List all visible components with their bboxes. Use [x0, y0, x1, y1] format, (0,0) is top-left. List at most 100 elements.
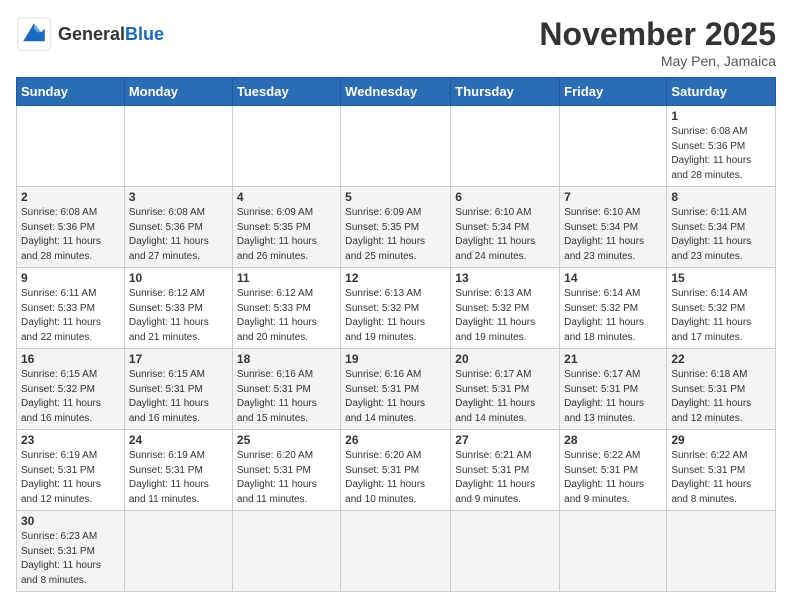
cell-info-text: Sunrise: 6:16 AM Sunset: 5:31 PM Dayligh…: [237, 368, 336, 426]
calendar-cell: 1Sunrise: 6:08 AM Sunset: 5:36 PM Daylig…: [667, 106, 776, 187]
calendar-cell: 20 Sunrise: 6:17 AM Sunset: 5:31 PM Dayli…: [451, 349, 560, 430]
weekday-header-row: SundayMondayTuesdayWednesdayThursdayFrid…: [17, 78, 776, 106]
calendar-cell: 24 Sunrise: 6:19 AM Sunset: 5:31 PM Dayli…: [124, 430, 232, 511]
cell-info-text: Sunrise: 6:10 AM Sunset: 5:34 PM Dayligh…: [564, 206, 662, 264]
logo-text: GeneralBlue: [58, 24, 164, 45]
cell-date-number: 11: [237, 271, 336, 285]
weekday-header-saturday: Saturday: [667, 78, 776, 106]
cell-info-text: Sunrise: 6:09 AM Sunset: 5:35 PM Dayligh…: [345, 206, 446, 264]
calendar-cell: 25 Sunrise: 6:20 AM Sunset: 5:31 PM Dayli…: [232, 430, 340, 511]
calendar-cell: 16 Sunrise: 6:15 AM Sunset: 5:32 PM Dayli…: [17, 349, 125, 430]
cell-date-number: 18: [237, 352, 336, 366]
calendar-cell: 12 Sunrise: 6:13 AM Sunset: 5:32 PM Dayli…: [341, 268, 451, 349]
cell-date-number: 15: [671, 271, 771, 285]
location: May Pen, Jamaica: [539, 53, 776, 69]
calendar-cell: 4 Sunrise: 6:09 AM Sunset: 5:35 PM Daylig…: [232, 187, 340, 268]
cell-info-text: Sunrise: 6:21 AM Sunset: 5:31 PM Dayligh…: [455, 449, 555, 507]
cell-date-number: 10: [129, 271, 228, 285]
cell-info-text: Sunrise: 6:16 AM Sunset: 5:31 PM Dayligh…: [345, 368, 446, 426]
cell-date-number: 27: [455, 433, 555, 447]
title-block: November 2025 May Pen, Jamaica: [539, 16, 776, 69]
calendar-cell: [451, 106, 560, 187]
cell-date-number: 28: [564, 433, 662, 447]
cell-date-number: 16: [21, 352, 120, 366]
cell-info-text: Sunrise: 6:12 AM Sunset: 5:33 PM Dayligh…: [129, 287, 228, 345]
calendar-cell: 30 Sunrise: 6:23 AM Sunset: 5:31 PM Dayli…: [17, 511, 125, 592]
cell-info-text: Sunrise: 6:22 AM Sunset: 5:31 PM Dayligh…: [671, 449, 771, 507]
cell-date-number: 24: [129, 433, 228, 447]
calendar-cell: [124, 511, 232, 592]
weekday-header-thursday: Thursday: [451, 78, 560, 106]
calendar-cell: 29Sunrise: 6:22 AM Sunset: 5:31 PM Dayli…: [667, 430, 776, 511]
calendar-cell: [232, 511, 340, 592]
calendar-week-row: 2Sunrise: 6:08 AM Sunset: 5:36 PM Daylig…: [17, 187, 776, 268]
cell-info-text: Sunrise: 6:17 AM Sunset: 5:31 PM Dayligh…: [455, 368, 555, 426]
weekday-header-monday: Monday: [124, 78, 232, 106]
calendar-cell: 6Sunrise: 6:10 AM Sunset: 5:34 PM Daylig…: [451, 187, 560, 268]
calendar-cell: 3Sunrise: 6:08 AM Sunset: 5:36 PM Daylig…: [124, 187, 232, 268]
cell-info-text: Sunrise: 6:20 AM Sunset: 5:31 PM Dayligh…: [237, 449, 336, 507]
calendar-cell: [341, 106, 451, 187]
cell-info-text: Sunrise: 6:13 AM Sunset: 5:32 PM Dayligh…: [455, 287, 555, 345]
calendar-cell: 27 Sunrise: 6:21 AM Sunset: 5:31 PM Dayli…: [451, 430, 560, 511]
cell-date-number: 12: [345, 271, 446, 285]
calendar-cell: 7 Sunrise: 6:10 AM Sunset: 5:34 PM Daylig…: [560, 187, 667, 268]
calendar-table: SundayMondayTuesdayWednesdayThursdayFrid…: [16, 77, 776, 592]
cell-info-text: Sunrise: 6:11 AM Sunset: 5:33 PM Dayligh…: [21, 287, 120, 345]
cell-info-text: Sunrise: 6:19 AM Sunset: 5:31 PM Dayligh…: [21, 449, 120, 507]
calendar-cell: [560, 106, 667, 187]
cell-info-text: Sunrise: 6:08 AM Sunset: 5:36 PM Dayligh…: [129, 206, 228, 264]
cell-info-text: Sunrise: 6:18 AM Sunset: 5:31 PM Dayligh…: [671, 368, 771, 426]
calendar-cell: [124, 106, 232, 187]
cell-info-text: Sunrise: 6:22 AM Sunset: 5:31 PM Dayligh…: [564, 449, 662, 507]
weekday-header-wednesday: Wednesday: [341, 78, 451, 106]
calendar-cell: 28 Sunrise: 6:22 AM Sunset: 5:31 PM Dayli…: [560, 430, 667, 511]
calendar-cell: [17, 106, 125, 187]
cell-info-text: Sunrise: 6:23 AM Sunset: 5:31 PM Dayligh…: [21, 530, 120, 588]
cell-info-text: Sunrise: 6:14 AM Sunset: 5:32 PM Dayligh…: [564, 287, 662, 345]
calendar-cell: 26 Sunrise: 6:20 AM Sunset: 5:31 PM Dayli…: [341, 430, 451, 511]
cell-date-number: 4: [237, 190, 336, 204]
calendar-cell: 10 Sunrise: 6:12 AM Sunset: 5:33 PM Dayli…: [124, 268, 232, 349]
cell-info-text: Sunrise: 6:09 AM Sunset: 5:35 PM Dayligh…: [237, 206, 336, 264]
calendar-cell: 9Sunrise: 6:11 AM Sunset: 5:33 PM Daylig…: [17, 268, 125, 349]
calendar-cell: 22Sunrise: 6:18 AM Sunset: 5:31 PM Dayli…: [667, 349, 776, 430]
cell-info-text: Sunrise: 6:13 AM Sunset: 5:32 PM Dayligh…: [345, 287, 446, 345]
cell-date-number: 20: [455, 352, 555, 366]
cell-info-text: Sunrise: 6:10 AM Sunset: 5:34 PM Dayligh…: [455, 206, 555, 264]
calendar-cell: 14 Sunrise: 6:14 AM Sunset: 5:32 PM Dayli…: [560, 268, 667, 349]
weekday-header-sunday: Sunday: [17, 78, 125, 106]
month-title: November 2025: [539, 16, 776, 53]
calendar-cell: [560, 511, 667, 592]
calendar-cell: 19 Sunrise: 6:16 AM Sunset: 5:31 PM Dayli…: [341, 349, 451, 430]
cell-info-text: Sunrise: 6:17 AM Sunset: 5:31 PM Dayligh…: [564, 368, 662, 426]
calendar-week-row: 16 Sunrise: 6:15 AM Sunset: 5:32 PM Dayli…: [17, 349, 776, 430]
cell-date-number: 7: [564, 190, 662, 204]
cell-date-number: 25: [237, 433, 336, 447]
cell-info-text: Sunrise: 6:15 AM Sunset: 5:32 PM Dayligh…: [21, 368, 120, 426]
cell-date-number: 5: [345, 190, 446, 204]
cell-date-number: 8: [671, 190, 771, 204]
calendar-cell: [232, 106, 340, 187]
weekday-header-friday: Friday: [560, 78, 667, 106]
cell-date-number: 21: [564, 352, 662, 366]
calendar-cell: 11Sunrise: 6:12 AM Sunset: 5:33 PM Dayli…: [232, 268, 340, 349]
calendar-cell: 13 Sunrise: 6:13 AM Sunset: 5:32 PM Dayli…: [451, 268, 560, 349]
cell-info-text: Sunrise: 6:11 AM Sunset: 5:34 PM Dayligh…: [671, 206, 771, 264]
cell-info-text: Sunrise: 6:19 AM Sunset: 5:31 PM Dayligh…: [129, 449, 228, 507]
calendar-cell: 18 Sunrise: 6:16 AM Sunset: 5:31 PM Dayli…: [232, 349, 340, 430]
cell-date-number: 14: [564, 271, 662, 285]
cell-info-text: Sunrise: 6:15 AM Sunset: 5:31 PM Dayligh…: [129, 368, 228, 426]
cell-date-number: 13: [455, 271, 555, 285]
cell-date-number: 23: [21, 433, 120, 447]
cell-date-number: 30: [21, 514, 120, 528]
calendar-cell: 23 Sunrise: 6:19 AM Sunset: 5:31 PM Dayli…: [17, 430, 125, 511]
cell-info-text: Sunrise: 6:20 AM Sunset: 5:31 PM Dayligh…: [345, 449, 446, 507]
cell-date-number: 26: [345, 433, 446, 447]
logo-icon: [16, 16, 52, 52]
calendar-cell: [451, 511, 560, 592]
cell-info-text: Sunrise: 6:08 AM Sunset: 5:36 PM Dayligh…: [21, 206, 120, 264]
logo: GeneralBlue: [16, 16, 164, 52]
page-header: GeneralBlue November 2025 May Pen, Jamai…: [16, 16, 776, 69]
cell-date-number: 19: [345, 352, 446, 366]
